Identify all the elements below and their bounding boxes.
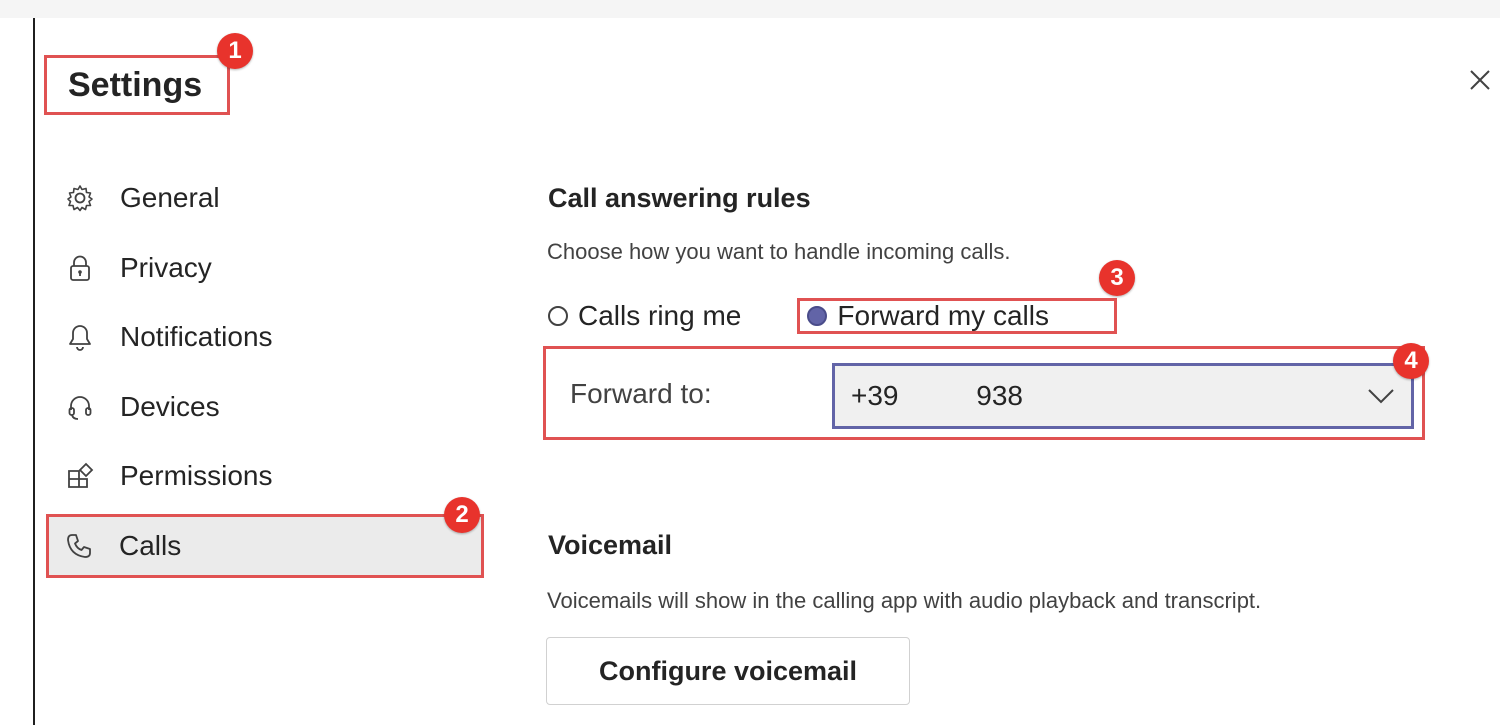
close-icon	[1470, 70, 1490, 90]
voicemail-description: Voicemails will show in the calling app …	[547, 588, 1262, 613]
sidebar-item-permissions[interactable]: Permissions	[50, 446, 480, 506]
sidebar-item-label: Calls	[119, 530, 182, 561]
sidebar-item-label: Notifications	[120, 321, 273, 352]
apps-icon	[62, 458, 98, 494]
window-left-border	[33, 18, 35, 725]
radio-indicator	[548, 306, 568, 326]
radio-label: Calls ring me	[578, 300, 742, 331]
forward-to-dropdown[interactable]: +39 938	[832, 363, 1414, 429]
sidebar-item-label: Permissions	[120, 460, 273, 491]
sidebar-item-label: Privacy	[120, 252, 212, 283]
sidebar-item-notifications[interactable]: Notifications	[50, 307, 480, 367]
sidebar-item-label: Devices	[120, 391, 220, 422]
bell-icon	[62, 319, 98, 355]
forward-to-label: Forward to:	[570, 378, 712, 409]
chevron-down-icon	[1368, 389, 1394, 404]
close-button[interactable]	[1462, 62, 1498, 98]
annotation-badge-4: 4	[1393, 343, 1429, 379]
radio-calls-ring-me[interactable]: Calls ring me	[548, 300, 741, 332]
sidebar-item-general[interactable]: General	[50, 168, 480, 228]
lock-icon	[62, 250, 98, 286]
sidebar-item-privacy[interactable]: Privacy	[50, 238, 480, 298]
sidebar-item-label: General	[120, 182, 220, 213]
gear-icon	[62, 180, 98, 216]
annotation-badge-2: 2	[444, 497, 480, 533]
call-answering-description: Choose how you want to handle incoming c…	[547, 239, 1011, 264]
phone-icon	[61, 528, 97, 564]
page-title: Settings	[44, 55, 230, 115]
annotation-badge-1: 1	[217, 33, 253, 69]
sidebar-item-calls[interactable]: Calls	[46, 514, 484, 578]
voicemail-heading: Voicemail	[548, 530, 673, 560]
sidebar-item-devices[interactable]: Devices	[50, 377, 480, 437]
configure-voicemail-button[interactable]: Configure voicemail	[546, 637, 910, 705]
forward-number-value: +39 938	[851, 380, 1024, 411]
annotation-highlight-3	[797, 298, 1117, 334]
call-answering-heading: Call answering rules	[548, 183, 811, 213]
window-top-strip	[0, 0, 1500, 18]
annotation-badge-3: 3	[1099, 260, 1135, 296]
headset-icon	[62, 389, 98, 425]
